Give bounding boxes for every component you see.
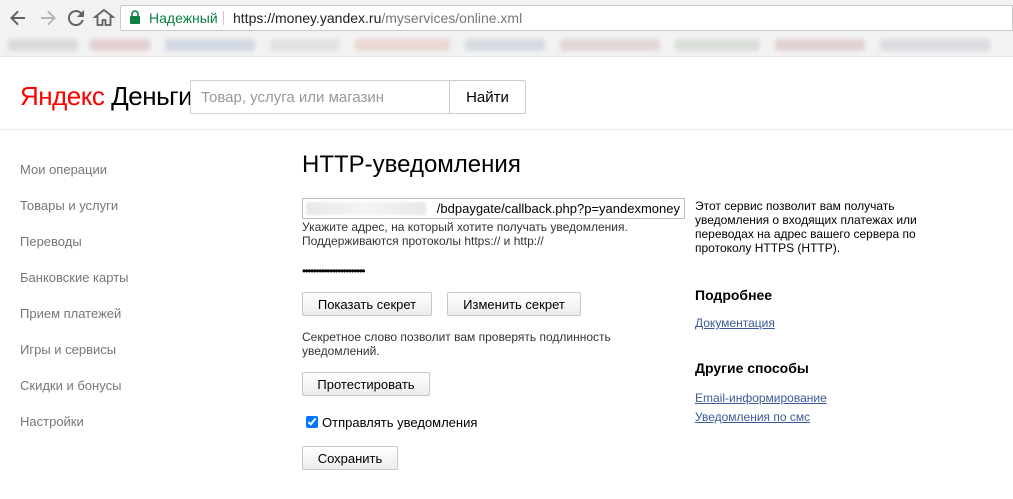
bookmark-blur [165,39,255,51]
address-bar[interactable]: Надежный https://money.yandex.ru/myservi… [120,5,1013,31]
url-host: https://money.yandex.ru [233,10,382,26]
more-heading: Подробнее [695,287,773,303]
other-methods-heading: Другие способы [695,360,809,376]
secure-label: Надежный [149,10,218,26]
url-text: https://money.yandex.ru/myservices/onlin… [233,6,522,30]
save-button[interactable]: Сохранить [302,446,398,470]
lock-icon [127,6,143,30]
secret-hint: Секретное слово позволит вам проверять п… [302,330,611,358]
search-input[interactable] [190,80,450,114]
logo-brand: Яндекс [20,81,105,111]
sidebar-item-transfers[interactable]: Переводы [20,234,82,249]
sidebar-item-payments[interactable]: Прием платежей [20,306,121,321]
url-path: /myservices/online.xml [381,10,523,26]
bookmark-blur [560,39,660,51]
service-description: Этот сервис позволит вам получать уведом… [695,199,917,255]
browser-toolbar: Надежный https://money.yandex.ru/myservi… [0,0,1013,37]
secret-masked: ••••••••••••••••••••••• [302,264,366,278]
send-notifications-label[interactable]: Отправлять уведомления [322,415,477,430]
sidebar-item-goods-services[interactable]: Товары и услуги [20,198,118,213]
yandex-money-logo[interactable]: Яндекс Деньги [20,80,193,112]
url-hint: Укажите адрес, на который хотите получат… [302,220,628,248]
back-icon[interactable] [6,6,30,30]
sidebar-item-settings[interactable]: Настройки [20,414,84,429]
documentation-link[interactable]: Документация [695,316,775,330]
search-button[interactable]: Найти [449,80,526,114]
forward-icon[interactable] [36,6,60,30]
bookmark-blur [880,39,990,51]
change-secret-button[interactable]: Изменить секрет [447,292,581,316]
bookmark-blur [465,39,545,51]
bookmarks-bar [0,36,1013,57]
bookmark-blur [355,39,450,51]
sidebar-item-bank-cards[interactable]: Банковские карты [20,270,129,285]
show-secret-button[interactable]: Показать секрет [302,292,432,316]
sms-notifications-link[interactable]: Уведомления по смс [695,410,810,424]
test-button[interactable]: Протестировать [302,372,430,396]
bookmark-blur [675,39,760,51]
bookmark-blur [90,39,150,51]
address-separator [223,11,224,25]
email-notifications-link[interactable]: Email-информирование [695,391,827,405]
header-divider [0,129,1013,130]
sidebar-item-my-operations[interactable]: Мои операции [20,162,107,177]
sidebar-item-discounts[interactable]: Скидки и бонусы [20,378,121,393]
sidebar-item-games[interactable]: Игры и сервисы [20,342,116,357]
bookmark-blur [775,39,865,51]
page-title: HTTP-уведомления [302,151,521,178]
reload-icon[interactable] [64,6,88,30]
home-icon[interactable] [92,6,116,30]
bookmark-blur [8,39,78,51]
send-notifications-checkbox[interactable] [306,416,318,428]
bookmark-blur [270,39,340,51]
url-redacted-part [306,202,426,215]
logo-product: Деньги [111,81,193,111]
